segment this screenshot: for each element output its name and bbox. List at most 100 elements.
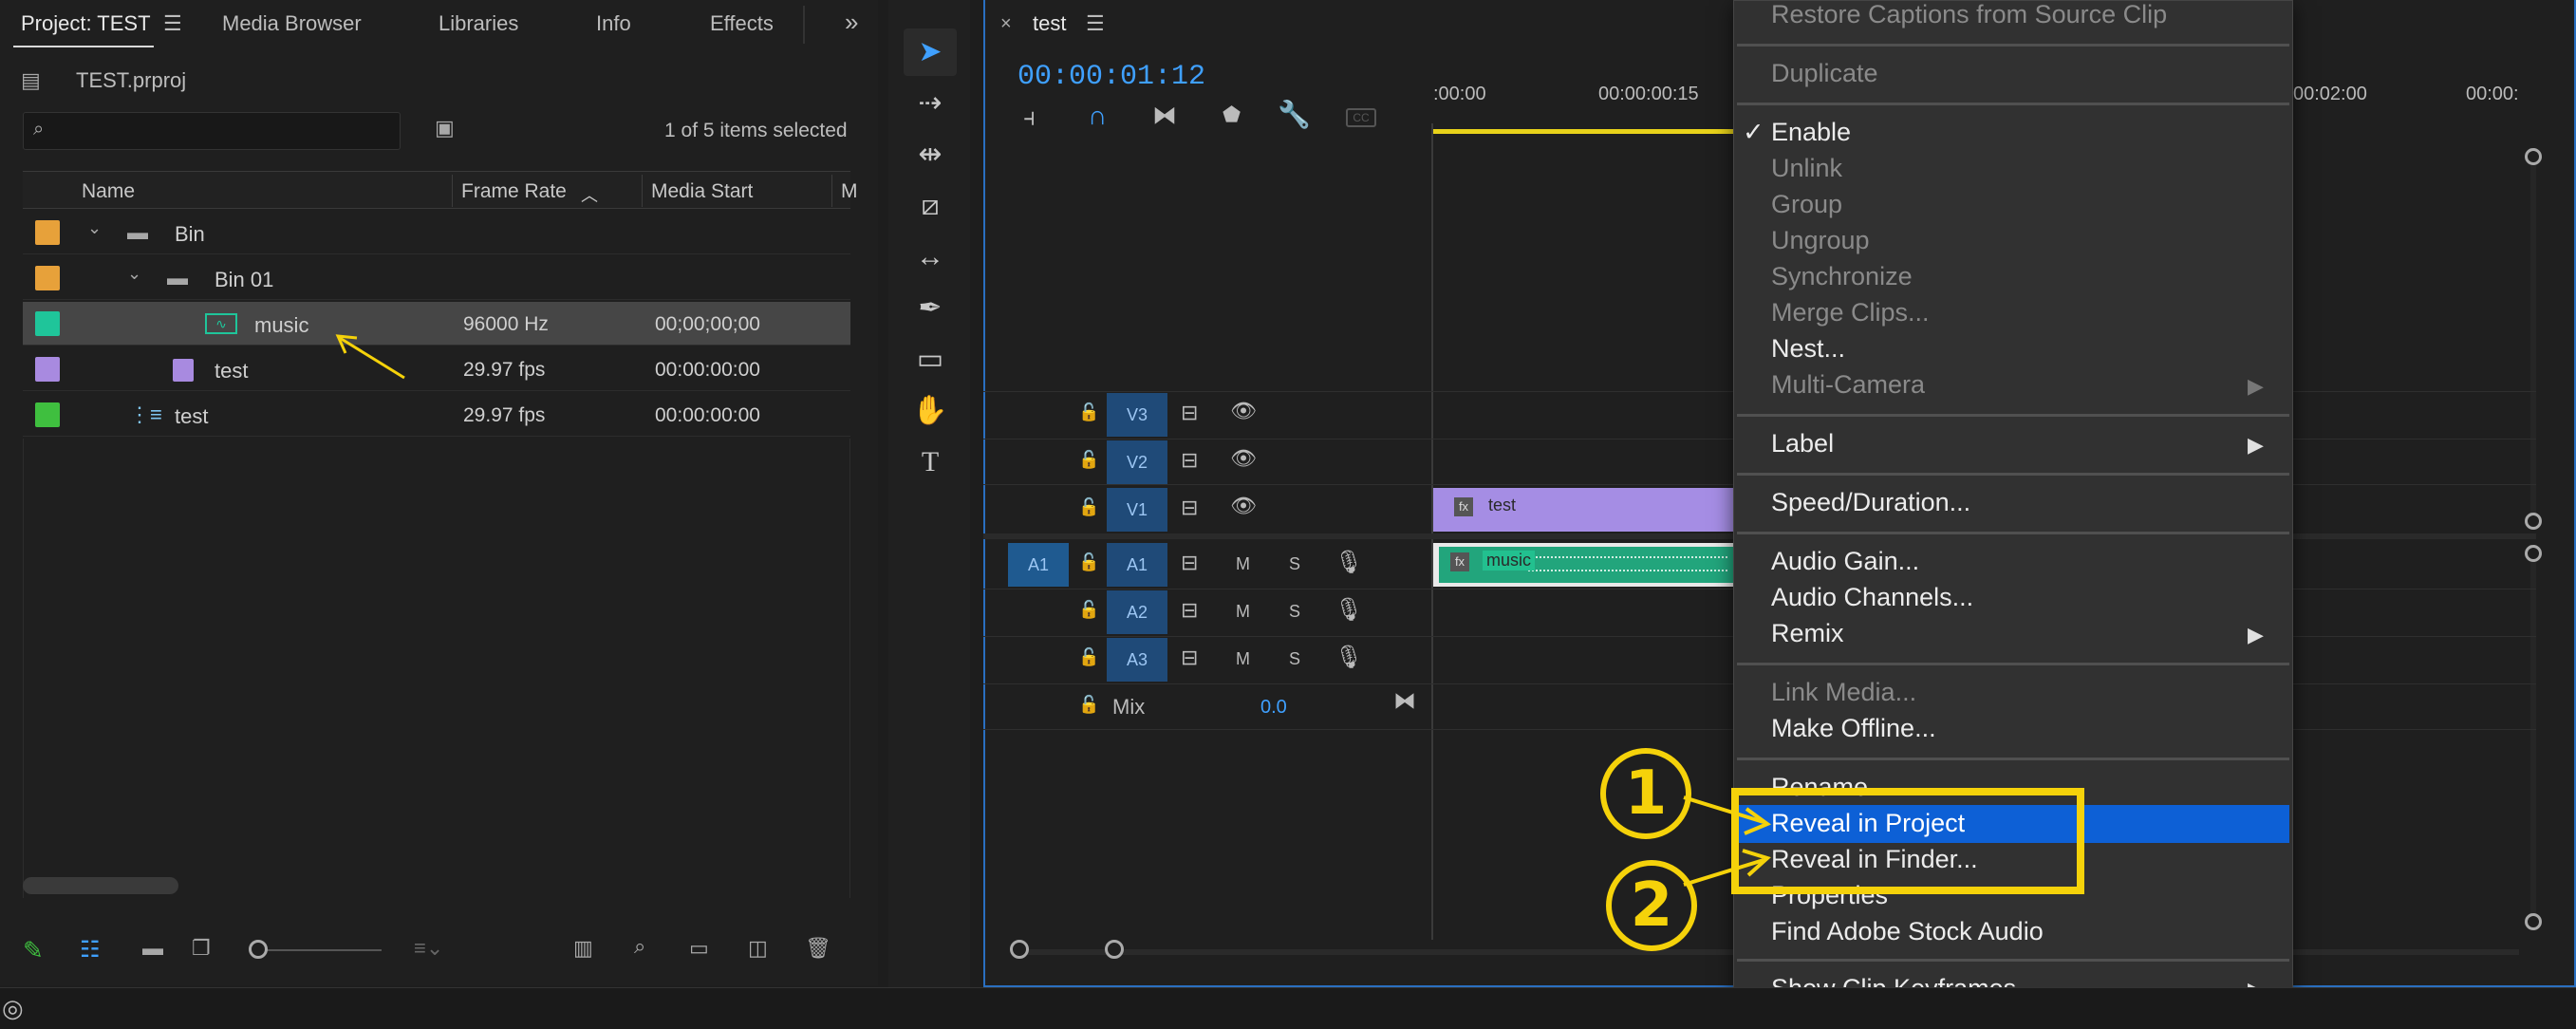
track-target-a3[interactable]: A3 [1107,638,1167,682]
trash-icon[interactable]: 🗑 [805,936,831,961]
razor-tool-icon[interactable]: ⧄ [904,182,957,230]
selection-tool-icon[interactable]: ➤ [904,28,957,76]
track-target-v1[interactable]: V1 [1107,488,1167,532]
eye-icon[interactable]: 👁 [1230,399,1257,423]
solo-button[interactable]: S [1289,649,1300,669]
sync-lock-icon[interactable]: ⊟ [1181,551,1198,575]
timecode-display[interactable]: 00:00:01:12 [1017,61,1205,93]
list-view-icon[interactable]: ☷ [80,936,101,964]
tab-info[interactable]: Info [596,11,631,36]
microphone-icon[interactable]: 🎙 [1335,549,1363,576]
microphone-icon[interactable]: 🎙 [1335,596,1363,624]
microphone-icon[interactable]: 🎙 [1335,644,1363,671]
lock-icon[interactable]: 🔓 [1078,552,1099,572]
column-frame-rate[interactable]: Frame Rate [461,180,567,203]
linked-selection-icon[interactable]: ⧓ [1152,101,1177,130]
solo-button[interactable]: S [1289,554,1300,574]
more-tabs-icon[interactable]: » [845,8,858,37]
find-icon[interactable]: ▣ [435,116,455,140]
column-media-start[interactable]: Media Start [651,180,753,203]
menu-item-remix[interactable]: Remix [1771,619,1844,648]
chevron-down-icon[interactable]: ⌄ [87,218,102,238]
track-target-a2[interactable]: A2 [1107,590,1167,634]
sync-lock-icon[interactable]: ⊟ [1181,598,1198,623]
label-color-swatch[interactable] [35,311,60,336]
menu-item-find-adobe-stock-audio[interactable]: Find Adobe Stock Audio [1771,917,2044,946]
zoom-slider-handle[interactable] [249,940,268,959]
horizontal-scrollbar[interactable] [23,877,178,894]
zoom-handle-right[interactable] [1105,940,1124,959]
menu-item-nest[interactable]: Nest... [1771,334,1845,364]
column-name[interactable]: Name [82,180,135,203]
mix-meter-icon[interactable]: ⧓ [1393,687,1416,715]
tab-effects[interactable]: Effects [710,11,774,36]
label-color-swatch[interactable] [35,266,60,290]
list-item[interactable] [23,256,850,300]
pen-tool-icon[interactable]: ✒ [904,285,957,332]
wrench-icon[interactable]: 🔧 [1278,99,1311,130]
icon-view-icon[interactable]: ▬ [142,936,163,961]
video-clip[interactable]: fx test [1433,488,1735,532]
menu-item-audio-channels[interactable]: Audio Channels... [1771,583,1973,612]
snap-magnet-icon[interactable]: ∩ [1088,101,1107,131]
panel-menu-icon[interactable]: ☰ [163,11,182,36]
captions-icon[interactable]: CC [1346,108,1376,127]
new-bin-icon[interactable]: ▭ [689,936,709,961]
menu-item-audio-gain[interactable]: Audio Gain... [1771,547,1919,576]
new-item-icon[interactable]: ◫ [748,936,768,961]
track-select-tool-icon[interactable]: ⇢ [904,80,957,127]
scroll-handle[interactable] [2525,148,2542,165]
tab-libraries[interactable]: Libraries [439,11,518,36]
column-m[interactable]: M [841,180,858,203]
scroll-handle[interactable] [2525,513,2542,530]
mix-value[interactable]: 0.0 [1260,697,1287,719]
add-marker-icon[interactable]: ⬟ [1223,103,1241,127]
eye-icon[interactable]: 👁 [1230,494,1257,518]
track-target-a1[interactable]: A1 [1107,543,1167,587]
sort-icon[interactable]: ≡⌄ [414,936,443,961]
tab-media-browser[interactable]: Media Browser [222,11,362,36]
insert-nest-icon[interactable]: ⫞ [1023,103,1036,133]
automate-to-sequence-icon[interactable]: ▥ [573,936,593,961]
label-color-swatch[interactable] [35,220,60,245]
lock-icon[interactable]: 🔓 [1078,600,1099,620]
mute-button[interactable]: M [1236,649,1250,669]
panel-menu-icon[interactable]: ☰ [1086,11,1105,36]
creative-cloud-icon[interactable]: ◎ [2,994,24,1023]
ripple-edit-tool-icon[interactable]: ⇹ [904,131,957,178]
solo-button[interactable]: S [1289,602,1300,622]
sync-lock-icon[interactable]: ⊟ [1181,448,1198,473]
scroll-handle[interactable] [2525,913,2542,930]
type-tool-icon[interactable]: T [904,439,957,486]
mute-button[interactable]: M [1236,602,1250,622]
lock-icon[interactable]: 🔓 [1078,695,1099,715]
lock-icon[interactable]: 🔓 [1078,402,1099,422]
chevron-down-icon[interactable]: ⌄ [127,264,141,284]
track-target-v2[interactable]: V2 [1107,440,1167,484]
menu-item-label[interactable]: Label [1771,429,1834,458]
sync-lock-icon[interactable]: ⊟ [1181,496,1198,520]
track-target-v3[interactable]: V3 [1107,393,1167,437]
menu-item-make-offline[interactable]: Make Offline... [1771,714,1936,743]
work-area-bar[interactable] [1433,129,1737,134]
find-icon[interactable]: ⌕ [634,934,645,959]
pencil-icon[interactable]: ✎ [23,936,44,965]
lock-icon[interactable]: 🔓 [1078,647,1099,667]
eye-icon[interactable]: 👁 [1230,446,1257,471]
audio-clip[interactable]: fx music [1433,543,1735,587]
close-icon[interactable]: × [1000,13,1012,35]
rectangle-tool-icon[interactable]: ▭ [904,336,957,384]
lock-icon[interactable]: 🔓 [1078,497,1099,517]
slip-tool-icon[interactable]: ↔ [904,234,957,281]
lock-icon[interactable]: 🔓 [1078,450,1099,470]
mute-button[interactable]: M [1236,554,1250,574]
label-color-swatch[interactable] [35,402,60,427]
scroll-handle[interactable] [2525,545,2542,562]
search-input[interactable]: ⌕ [23,112,401,150]
menu-item-enable[interactable]: Enable [1771,118,1851,147]
source-patch-a1[interactable]: A1 [1008,543,1069,587]
hand-tool-icon[interactable]: ✋ [904,387,957,435]
zoom-handle-left[interactable] [1010,940,1029,959]
label-color-swatch[interactable] [35,357,60,382]
sync-lock-icon[interactable]: ⊟ [1181,401,1198,425]
